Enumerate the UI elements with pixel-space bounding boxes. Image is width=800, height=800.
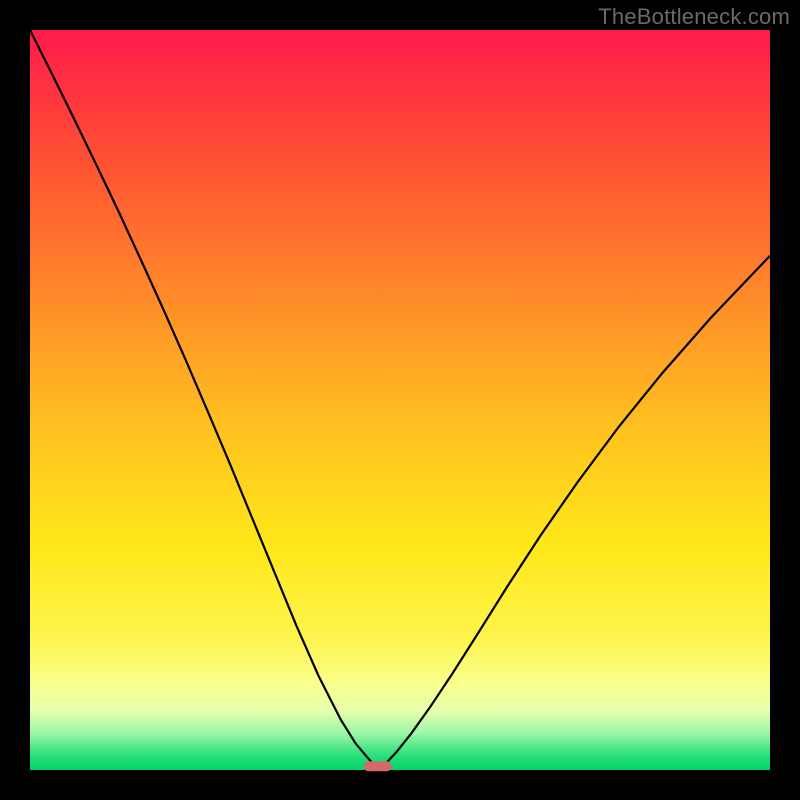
plot-area [30,30,770,770]
curve-right-branch [378,256,770,770]
watermark-text: TheBottleneck.com [598,4,790,30]
chart-frame: TheBottleneck.com [0,0,800,800]
curve-left-branch [30,30,378,770]
minimum-marker [364,761,392,771]
curve-layer [30,30,770,770]
